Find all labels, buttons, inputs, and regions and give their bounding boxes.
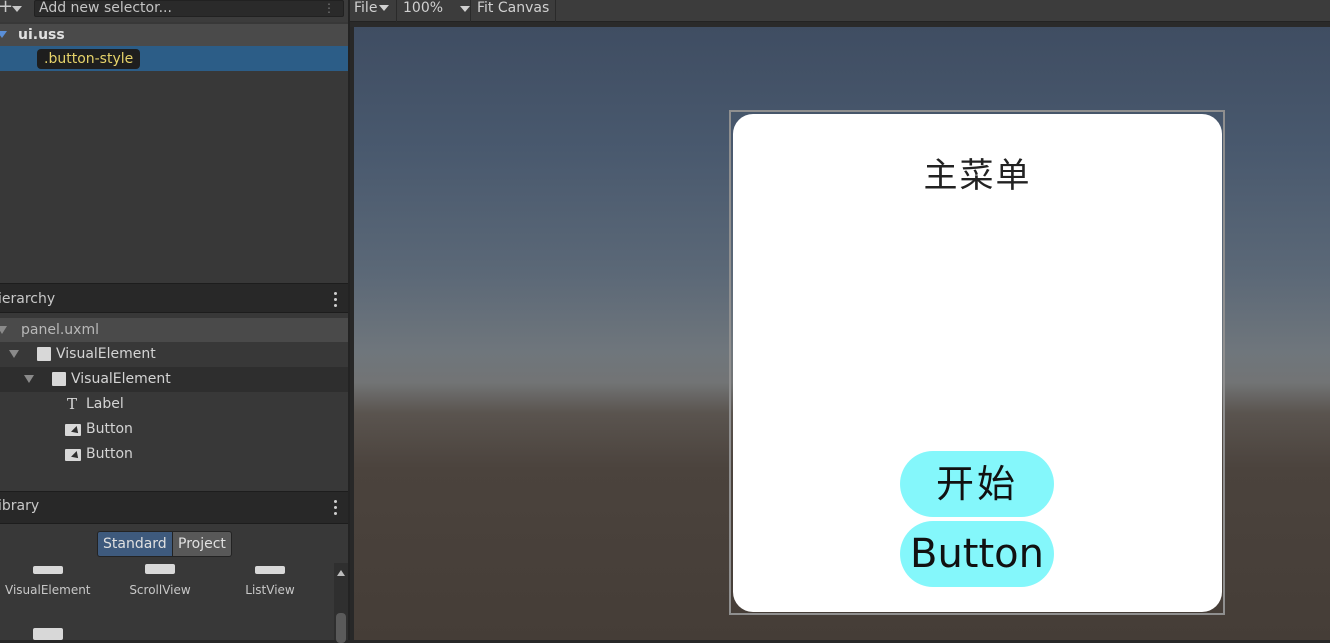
chevron-down-icon — [379, 5, 390, 11]
hierarchy-root-row[interactable]: panel.uxml — [0, 318, 348, 342]
library-item-listview[interactable]: ListView — [228, 583, 312, 597]
tree-item-visualelement[interactable]: VisualElement — [0, 342, 348, 367]
toolbar-divider — [470, 0, 471, 22]
selector-toolbar: + Add new selector... ⋮ — [0, 0, 348, 22]
library-scrollbar[interactable] — [334, 563, 348, 643]
menu-panel[interactable]: 主菜单 开始 Button — [733, 114, 1222, 612]
toolbar-divider — [555, 0, 556, 22]
library-item-scrollview[interactable]: ScrollView — [118, 583, 202, 597]
library-menu-icon[interactable] — [334, 500, 338, 516]
visual-element-icon — [52, 372, 66, 386]
tab-standard[interactable]: Standard — [97, 531, 173, 557]
expand-triangle-icon[interactable] — [24, 375, 34, 383]
menu-title-label[interactable]: 主菜单 — [733, 148, 1222, 197]
hierarchy-title: ierarchy — [0, 291, 56, 307]
expand-triangle-icon[interactable] — [0, 31, 7, 38]
tree-item-button[interactable]: Button — [0, 442, 348, 467]
file-menu[interactable]: File — [354, 0, 390, 22]
library-item-icon — [33, 628, 63, 640]
hierarchy-root-label: panel.uxml — [21, 322, 99, 338]
add-selector-button[interactable]: + — [0, 0, 28, 18]
tree-item-label: Button — [86, 446, 133, 462]
label-icon: T — [67, 395, 78, 413]
stylesheet-row[interactable]: ui.uss — [0, 24, 348, 46]
library-title: ibrary — [0, 498, 40, 514]
stylesheet-name: ui.uss — [18, 27, 65, 43]
file-menu-label: File — [354, 0, 378, 16]
selector-row-selected[interactable]: .button-style — [0, 46, 348, 71]
zoom-value: 100% — [403, 0, 444, 16]
tab-project[interactable]: Project — [172, 531, 232, 557]
tree-item-label: Button — [86, 421, 133, 437]
new-selector-placeholder: Add new selector... — [39, 0, 172, 16]
fit-canvas-button[interactable]: Fit Canvas — [477, 0, 549, 22]
chevron-down-icon — [460, 6, 470, 12]
visual-element-icon — [37, 347, 51, 361]
start-button[interactable]: 开始 — [900, 451, 1054, 517]
expand-triangle-icon[interactable] — [0, 326, 7, 334]
second-button[interactable]: Button — [900, 521, 1054, 587]
tree-item-visualelement-child[interactable]: VisualElement — [0, 367, 348, 392]
selector-options-icon[interactable]: ⋮ — [323, 1, 335, 16]
scroll-up-icon[interactable] — [337, 570, 345, 576]
scrollbar-thumb[interactable] — [336, 613, 346, 643]
library-header: ibrary — [0, 491, 348, 524]
button-icon — [65, 424, 81, 436]
tree-item-label: VisualElement — [71, 371, 171, 387]
tree-item-label-element[interactable]: T Label — [0, 392, 348, 417]
expand-triangle-icon[interactable] — [9, 350, 19, 358]
hierarchy-menu-icon[interactable] — [334, 292, 338, 308]
scrollview-icon — [145, 564, 175, 574]
visual-element-icon — [33, 566, 63, 574]
viewport-toolbar: File 100% Fit Canvas — [350, 0, 1330, 22]
hierarchy-header: ierarchy — [0, 283, 348, 313]
tree-item-label: Label — [86, 396, 124, 412]
left-panel: + Add new selector... ⋮ ui.uss .button-s… — [0, 0, 350, 643]
zoom-dropdown[interactable]: 100% — [403, 0, 470, 22]
tree-item-label: VisualElement — [56, 346, 156, 362]
tree-item-button[interactable]: Button — [0, 417, 348, 442]
library-item-visualelement[interactable]: VisualElement — [5, 583, 91, 597]
toolbar-divider — [396, 0, 397, 22]
selector-pill[interactable]: .button-style — [37, 49, 141, 69]
new-selector-input[interactable]: Add new selector... ⋮ — [34, 0, 344, 17]
button-icon — [65, 449, 81, 461]
listview-icon — [255, 566, 285, 574]
chevron-down-icon — [12, 6, 22, 12]
